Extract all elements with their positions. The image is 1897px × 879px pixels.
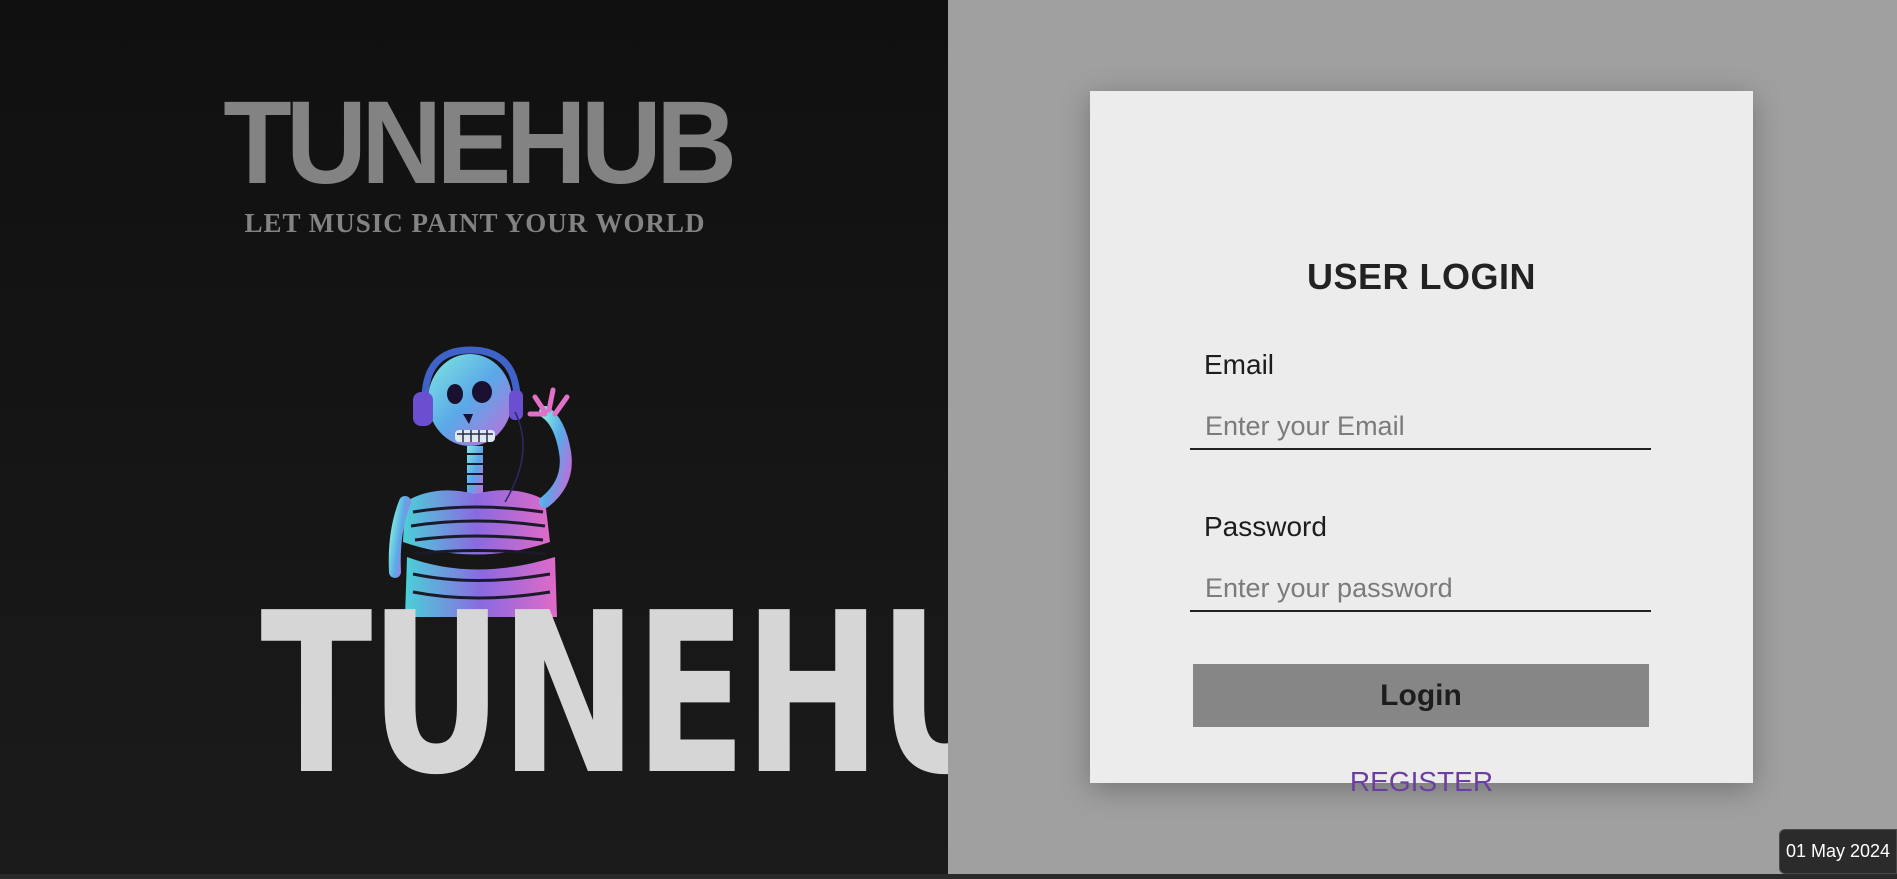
email-field[interactable] xyxy=(1190,404,1651,450)
password-field[interactable] xyxy=(1190,566,1651,612)
top-logo-title: TUNEHUB xyxy=(223,77,737,209)
taskbar-strip xyxy=(0,874,1897,879)
date-badge: 01 May 2024 xyxy=(1779,829,1897,874)
login-card: USER LOGIN Email Password Login REGISTER xyxy=(1090,91,1753,797)
register-link[interactable]: REGISTER xyxy=(1090,766,1753,798)
bottom-logo-title: TUNEHUB xyxy=(260,566,948,824)
password-label: Password xyxy=(1204,511,1327,542)
brand-panel: TUNEHUB LET MUSIC PAINT YOUR WORLD TUNEH xyxy=(0,0,948,874)
logo-tagline: LET MUSIC PAINT YOUR WORLD xyxy=(244,208,706,238)
login-heading: USER LOGIN xyxy=(1306,256,1536,297)
login-button[interactable]: Login xyxy=(1193,664,1649,727)
email-label: Email xyxy=(1204,349,1275,380)
